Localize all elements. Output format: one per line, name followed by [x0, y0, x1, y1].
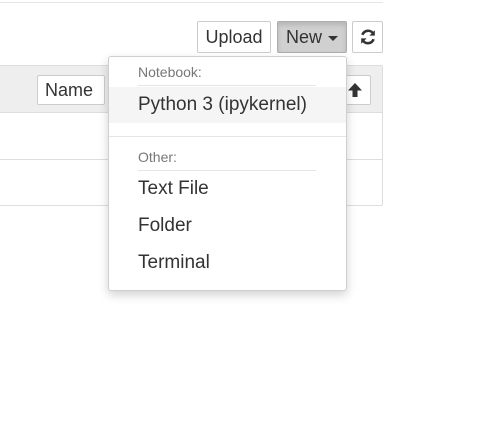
- upload-button-label: Upload: [205, 26, 263, 47]
- refresh-icon: [360, 29, 375, 45]
- arrow-up-icon: [348, 83, 362, 97]
- menu-item-python3-ipykernel[interactable]: Python 3 (ipykernel): [109, 87, 346, 123]
- notebook-section-header: Notebook:: [138, 64, 202, 80]
- menu-item-terminal[interactable]: Terminal: [109, 245, 346, 281]
- caret-down-icon: [328, 35, 338, 41]
- other-section-header: Other:: [138, 149, 177, 165]
- menu-item-text-file[interactable]: Text File: [109, 171, 346, 207]
- top-divider: [0, 2, 383, 3]
- new-button-label: New: [285, 26, 322, 47]
- new-button[interactable]: New: [277, 21, 347, 53]
- refresh-button[interactable]: [352, 21, 383, 53]
- menu-item-folder[interactable]: Folder: [109, 208, 346, 244]
- sort-by-name-button[interactable]: Name: [37, 75, 105, 105]
- name-header-label: Name: [45, 79, 94, 100]
- menu-divider: [109, 136, 346, 137]
- upload-button[interactable]: Upload: [197, 21, 271, 53]
- section-underline: [138, 85, 316, 86]
- new-dropdown-menu: Notebook: Python 3 (ipykernel) Other: Te…: [108, 56, 347, 291]
